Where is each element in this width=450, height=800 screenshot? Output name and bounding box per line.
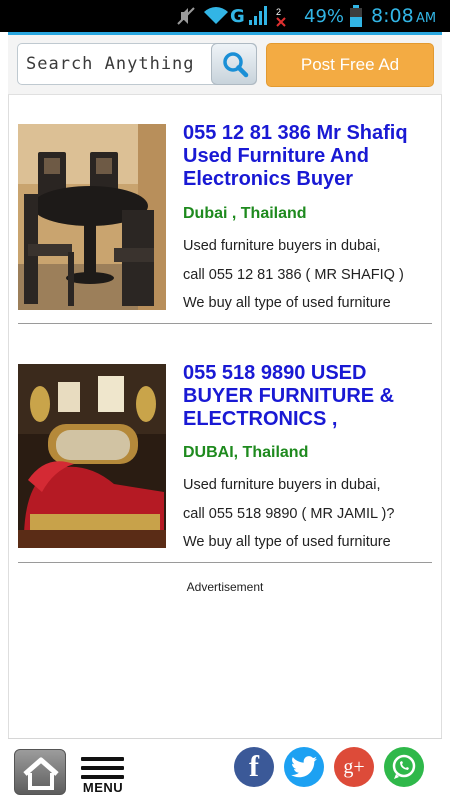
menu-label: MENU — [82, 780, 124, 795]
description-line: We buy all type of used furniture — [183, 295, 391, 311]
description-line: We buy all type of used furniture — [183, 534, 391, 550]
search-icon — [223, 52, 249, 78]
post-free-ad-button[interactable]: Post Free Ad — [266, 43, 434, 87]
description-line: call 055 518 9890 ( MR JAMIL )? — [183, 505, 395, 522]
description-line: Used furniture buyers in dubai, — [183, 238, 381, 254]
description-line: Used furniture buyers in dubai, — [183, 477, 381, 493]
home-button[interactable] — [14, 749, 66, 795]
listing-divider — [18, 323, 432, 324]
network-type: G — [230, 5, 245, 27]
listing-title[interactable]: 055 518 9890 USED BUYER FURNITURE & ELEC… — [183, 362, 433, 431]
signal-icon — [248, 0, 268, 32]
search-button[interactable] — [211, 43, 257, 85]
menu-button[interactable]: MENU — [78, 755, 128, 797]
facebook-icon[interactable]: f — [234, 747, 274, 787]
status-bar: G 2 49% 8:08 AM — [0, 0, 450, 32]
description-line: call 055 12 81 386 ( MR SHAFIQ ) — [183, 266, 404, 283]
listing-card[interactable]: 055 518 9890 USED BUYER FURNITURE & ELEC… — [8, 358, 442, 568]
search-box — [17, 43, 257, 85]
listing-description: Used furniture buyers in dubai, call 055… — [183, 232, 435, 318]
listing-title[interactable]: 055 12 81 386 Mr Shafiq Used Furniture A… — [183, 122, 433, 191]
twitter-icon[interactable] — [284, 747, 324, 787]
google-plus-icon[interactable]: g+ — [334, 747, 374, 787]
home-icon — [23, 757, 59, 790]
clock-ampm: AM — [416, 10, 437, 26]
listing-description: Used furniture buyers in dubai, call 055… — [183, 471, 435, 557]
bottom-bar: MENU f g+ — [8, 738, 442, 800]
mute-icon — [176, 0, 196, 32]
listing-location: Dubai , Thailand — [183, 205, 307, 222]
listing-thumbnail-ornate-sofa[interactable] — [18, 364, 166, 548]
listing-divider — [18, 562, 432, 563]
battery-icon — [350, 0, 362, 32]
listing-location: DUBAI, Thailand — [183, 444, 309, 461]
advertisement-label: Advertisement — [186, 580, 264, 594]
search-input[interactable] — [26, 44, 206, 84]
clock: 8:08 — [371, 5, 414, 27]
header: Post Free Ad — [8, 35, 442, 95]
listing-thumbnail-dining-table[interactable] — [18, 124, 166, 310]
listing-card[interactable]: 055 12 81 386 Mr Shafiq Used Furniture A… — [8, 118, 442, 328]
whatsapp-icon[interactable] — [384, 747, 424, 787]
battery-percent: 49% — [304, 5, 345, 27]
wifi-icon — [203, 0, 229, 32]
